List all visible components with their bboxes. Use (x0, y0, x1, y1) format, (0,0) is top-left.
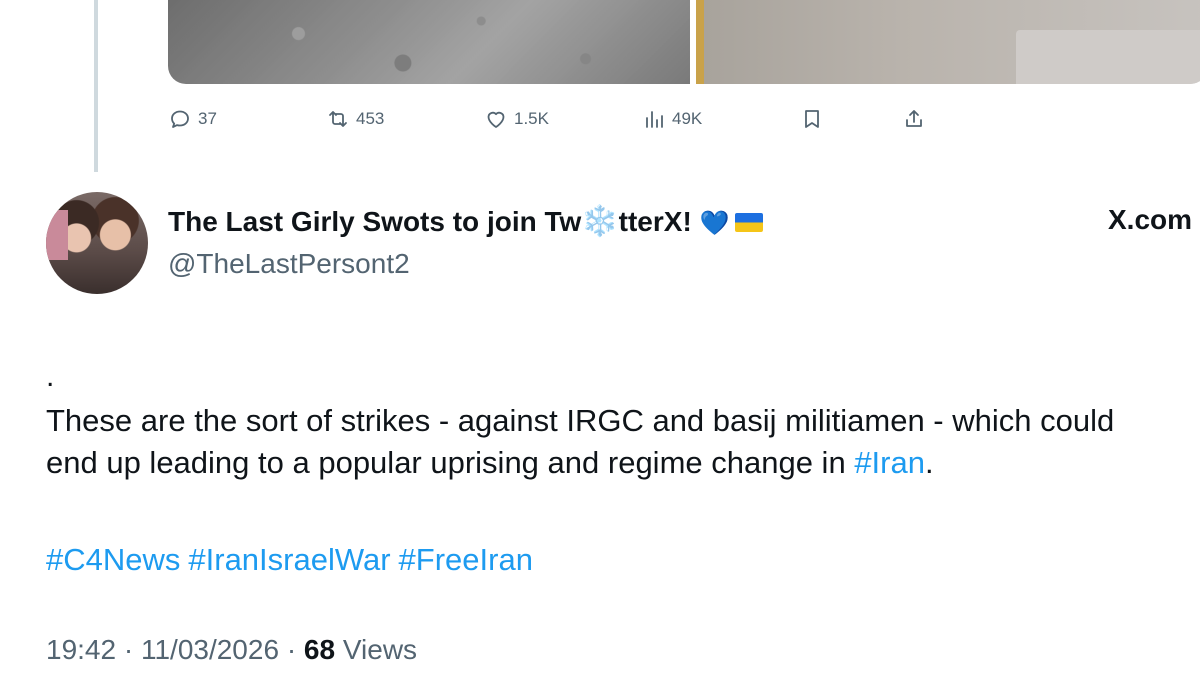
thread-connector-line (94, 0, 98, 172)
views-count: 49K (672, 109, 703, 128)
views-label: Views (342, 634, 418, 665)
share-button[interactable] (902, 107, 932, 131)
author-handle[interactable]: @TheLastPersont2 (168, 248, 410, 280)
like-button[interactable]: 1.5K (484, 107, 584, 131)
tweet-time[interactable]: 19:42 (46, 634, 116, 665)
source-label: X.com (1108, 204, 1193, 235)
parent-tweet-media[interactable] (168, 0, 1200, 84)
tweet-page: 37 453 1.5K 49K The Last Girly Swots to … (0, 0, 1200, 679)
meta-separator: · (286, 634, 297, 665)
hashtag-list: #C4News #IranIsraelWar #FreeIran (46, 542, 541, 578)
like-count: 1.5K (514, 109, 549, 128)
hashtag-link[interactable]: #IranIsraelWar (188, 542, 390, 577)
bookmark-button[interactable] (800, 107, 830, 131)
media-image-right[interactable] (696, 0, 1200, 84)
reply-button[interactable]: 37 (168, 107, 258, 131)
hashtag-link[interactable]: #C4News (46, 542, 180, 577)
tweet-metadata: 19:42 · 11/03/2026 · 68 Views (46, 634, 417, 666)
tweet-date[interactable]: 11/03/2026 (141, 634, 279, 665)
display-name-text-start: The Last Girly Swots to join Tw (168, 206, 582, 237)
reply-icon (171, 110, 189, 128)
repost-count: 453 (356, 109, 385, 128)
blue-heart-emoji: 💙 (699, 210, 730, 237)
tweet-body: These are the sort of strikes - against … (46, 400, 1166, 484)
snowflake-emoji: ❄️ (581, 205, 619, 238)
media-image-left[interactable] (168, 0, 690, 84)
share-icon (906, 110, 922, 127)
author-avatar[interactable] (46, 192, 148, 294)
ukraine-flag-icon (735, 213, 764, 232)
tweet-dot: . (46, 360, 55, 393)
view-count: 68 (303, 634, 336, 665)
tweet-body-text: These are the sort of strikes - against … (46, 403, 1115, 480)
meta-separator: · (123, 634, 134, 665)
bookmark-icon (805, 110, 819, 128)
heart-icon (487, 111, 505, 128)
repost-button[interactable]: 453 (326, 107, 426, 131)
repost-icon (329, 111, 347, 127)
reply-count: 37 (198, 109, 217, 128)
tweet-body-end: . (924, 445, 934, 480)
hashtag-link[interactable]: #FreeIran (399, 542, 533, 577)
hashtag-link-iran[interactable]: #Iran (854, 445, 925, 480)
display-name-text-end: tterX! (618, 206, 692, 237)
author-display-name[interactable]: The Last Girly Swots to join Tw❄️tterX! … (168, 204, 764, 239)
views-button[interactable]: 49K (642, 107, 742, 131)
views-chart-icon (646, 111, 663, 128)
